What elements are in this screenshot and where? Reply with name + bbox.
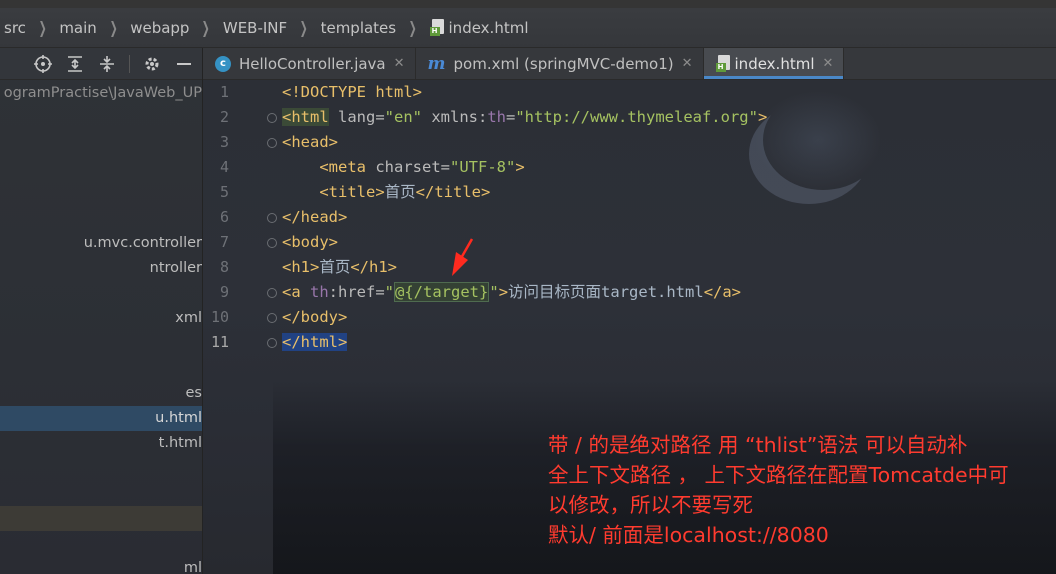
tab-label: HelloController.java: [239, 54, 386, 73]
breadcrumb-file-label: index.html: [448, 18, 529, 37]
thymeleaf-url-expression: @{/target}: [394, 282, 490, 302]
editor-tabs: c HelloController.java ✕ m pom.xml (spri…: [203, 48, 1056, 80]
line-number: 1: [219, 83, 229, 101]
maven-icon: m: [427, 53, 446, 74]
code-line-5: <title>首页</title>: [282, 183, 491, 201]
line-number-current: 11: [210, 333, 229, 351]
fold-marker-icon[interactable]: [267, 138, 277, 148]
tab-label: pom.xml (springMVC-demo1): [453, 54, 674, 73]
tree-item-controller-class[interactable]: ntroller: [0, 256, 202, 281]
breadcrumb-item-src[interactable]: src: [0, 19, 30, 37]
breadcrumb: src ❯ main ❯ webapp ❯ WEB-INF ❯ template…: [0, 8, 1056, 48]
code-line-10: </body>: [282, 308, 348, 326]
tree-item-label: u.html: [155, 410, 202, 426]
tree-item-xml[interactable]: xml: [0, 306, 202, 331]
code-line-4: <meta charset="UTF-8">: [282, 158, 525, 176]
breadcrumb-separator-icon: ❯: [408, 18, 417, 37]
tree-item-project-root[interactable]: ogramPractise\JavaWeb_UP: [0, 81, 202, 106]
code-line-6: </head>: [282, 208, 348, 226]
collapse-all-icon[interactable]: [97, 54, 117, 74]
breadcrumb-separator-icon: ❯: [202, 18, 211, 37]
tree-item-target-html[interactable]: t.html: [0, 431, 202, 456]
code-line-3: <head>: [282, 133, 338, 151]
code-line-11: </html>: [282, 333, 348, 351]
code-line-9: <a th:href="@{/target}">访问目标页面target.htm…: [282, 282, 742, 302]
fold-marker-icon[interactable]: [267, 313, 277, 323]
line-number: 3: [219, 133, 229, 151]
annotation-line: 默认/ 前面是localhost://8080: [548, 523, 829, 547]
tab-index-html[interactable]: H index.html ✕: [703, 48, 845, 79]
sidebar-toolbar: [0, 48, 202, 80]
tree-item-label: t.html: [158, 435, 202, 451]
tab-pom-xml[interactable]: m pom.xml (springMVC-demo1) ✕: [416, 48, 704, 79]
line-number: 8: [219, 258, 229, 276]
breadcrumb-item-file[interactable]: H index.html: [426, 19, 533, 37]
expand-all-icon[interactable]: [65, 54, 85, 74]
close-icon[interactable]: ✕: [682, 56, 693, 71]
tree-item-pom-xml[interactable]: ml: [0, 556, 202, 574]
tree-item-controller-package[interactable]: u.mvc.controller: [0, 231, 202, 256]
tab-hello-controller[interactable]: c HelloController.java ✕: [203, 48, 416, 79]
fold-marker-icon[interactable]: [267, 338, 277, 348]
breadcrumb-separator-icon: ❯: [299, 18, 308, 37]
close-icon[interactable]: ✕: [394, 56, 405, 71]
annotation-line: 全上下文路径 ， 上下文路径在配置Tomcatde中可: [548, 463, 1009, 487]
breadcrumb-separator-icon: ❯: [38, 18, 47, 37]
tree-item-label: es: [185, 385, 202, 401]
project-sidebar: ogramPractise\JavaWeb_UP u.mvc.controlle…: [0, 48, 203, 574]
breadcrumb-item-main[interactable]: main: [55, 19, 100, 37]
fold-marker-icon[interactable]: [267, 238, 277, 248]
line-number-gutter: 1 2 3 4 5 6 7 8 9 10 11: [203, 80, 277, 574]
line-number: 10: [210, 308, 229, 326]
code-line-2: <html lang="en" xmlns:th="http://www.thy…: [282, 108, 768, 126]
annotation-note: 带 / 的是绝对路径 用 “thlist”语法 可以自动补 全上下文路径 ， 上…: [548, 430, 1048, 550]
code-line-1: <!DOCTYPE html>: [282, 83, 422, 101]
fold-marker-icon[interactable]: [267, 288, 277, 298]
java-class-icon: c: [215, 55, 231, 72]
html-file-icon: H: [715, 55, 730, 72]
tree-item-label: ntroller: [149, 260, 202, 276]
line-number: 6: [219, 208, 229, 226]
tree-item-index-html[interactable]: u.html: [0, 406, 202, 431]
breadcrumb-separator-icon: ❯: [109, 18, 118, 37]
tree-item-highlighted[interactable]: [0, 506, 202, 531]
annotation-line: 带 / 的是绝对路径 用 “thlist”语法 可以自动补: [548, 433, 968, 457]
crosshair-icon[interactable]: [33, 54, 53, 74]
toolbar-divider: [129, 54, 130, 73]
breadcrumb-item-web-inf[interactable]: WEB-INF: [219, 19, 291, 37]
red-arrow-icon: [452, 238, 474, 276]
minimize-icon[interactable]: [174, 54, 194, 74]
line-number: 2: [219, 108, 229, 126]
tab-label: index.html: [734, 54, 815, 73]
tree-item-label: ml: [183, 560, 202, 574]
code-line-7: <body>: [282, 233, 338, 251]
html-file-icon: H: [429, 19, 444, 36]
gear-icon[interactable]: [142, 54, 162, 74]
fold-marker-icon[interactable]: [267, 213, 277, 223]
line-number: 4: [219, 158, 229, 176]
tree-item-templates-folder[interactable]: es: [0, 381, 202, 406]
window-title-strip: [0, 0, 1056, 8]
tree-item-label: xml: [175, 310, 202, 326]
breadcrumb-item-webapp[interactable]: webapp: [126, 19, 193, 37]
code-line-8: <h1>首页</h1>: [282, 258, 398, 276]
close-icon[interactable]: ✕: [823, 56, 834, 71]
line-number: 5: [219, 183, 229, 201]
breadcrumb-item-templates[interactable]: templates: [317, 19, 401, 37]
tree-item-label: u.mvc.controller: [83, 235, 202, 251]
line-number: 7: [219, 233, 229, 251]
line-number: 9: [219, 283, 229, 301]
fold-marker-icon[interactable]: [267, 113, 277, 123]
tree-item-label: ogramPractise\JavaWeb_UP: [3, 85, 202, 101]
annotation-line: 以修改，所以不要写死: [548, 493, 753, 517]
